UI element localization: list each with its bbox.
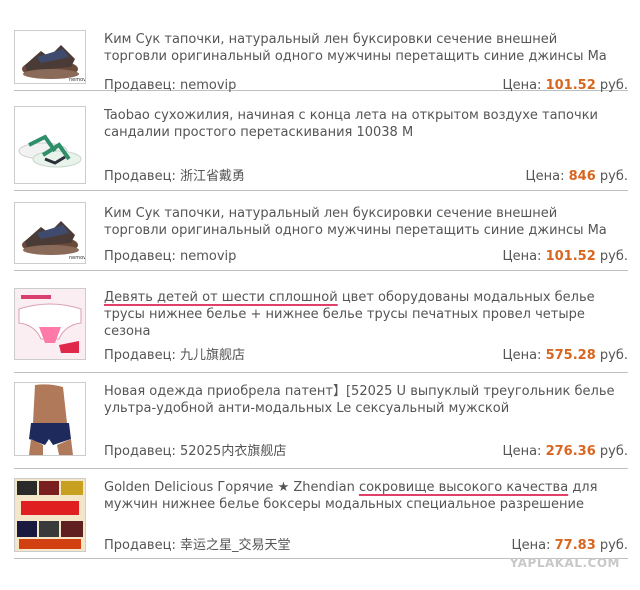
product-thumbnail[interactable] (14, 478, 86, 552)
price: Цена: 77.83 руб. (512, 537, 628, 554)
price-currency: руб. (599, 78, 628, 93)
price-amount: 846 (568, 169, 596, 184)
product-thumbnail[interactable]: nemovip (14, 30, 86, 84)
seller-name[interactable]: 浙江省戴勇 (180, 169, 245, 184)
seller-name[interactable]: nemovip (180, 249, 236, 264)
seller-info: Продавец: 52025内衣旗舰店 (104, 443, 286, 460)
price-amount: 77.83 (554, 538, 596, 553)
sandal-slipper-icon: nemovip (22, 221, 85, 261)
seller-info: Продавец: nemovip (104, 77, 236, 94)
product-thumbnail[interactable] (14, 382, 86, 456)
product-title[interactable]: Девять детей от шести сплошной цвет обор… (104, 289, 624, 340)
title-text-before: Golden Delicious Горячие ★ Zhendian (104, 480, 359, 495)
product-title[interactable]: Ким Сук тапочки, натуральный лен буксиро… (104, 205, 624, 239)
product-thumbnail[interactable] (14, 106, 86, 184)
price: Цена: 846 руб. (526, 168, 628, 185)
seller-label: Продавец: (104, 538, 176, 553)
title-highlighted-text: сокровище высокого качества (358, 480, 569, 495)
product-title[interactable]: Ким Сук тапочки, натуральный лен буксиро… (104, 31, 624, 65)
model-underwear-icon (15, 383, 85, 455)
seller-name[interactable]: nemovip (180, 78, 236, 93)
price-amount: 101.52 (545, 78, 596, 93)
title-highlighted-text: Девять детей от шести сплошной (104, 290, 338, 305)
price: Цена: 101.52 руб. (503, 248, 629, 265)
seller-name[interactable]: 幸运之星_交易天堂 (180, 538, 291, 553)
seller-info: Продавец: 浙江省戴勇 (104, 168, 245, 185)
price-label: Цена: (525, 169, 565, 184)
seller-label: Продавец: (104, 444, 176, 459)
price-label: Цена: (502, 444, 542, 459)
seller-label: Продавец: (104, 249, 176, 264)
seller-info: Продавец: nemovip (104, 248, 236, 265)
price-currency: руб. (599, 444, 628, 459)
price-currency: руб. (599, 348, 628, 363)
thumb-caption: nemovip (69, 77, 85, 83)
product-title[interactable]: Golden Delicious Горячие ★ Zhendian сокр… (104, 479, 624, 513)
seller-label: Продавец: (104, 348, 176, 363)
list-item[interactable]: nemovip Ким Сук тапочки, натуральный лен… (14, 202, 628, 271)
price-amount: 575.28 (545, 348, 596, 363)
thumb-caption: nemovip (69, 255, 85, 261)
list-item[interactable]: Taobao сухожилия, начиная с конца лета н… (14, 104, 628, 191)
seller-label: Продавец: (104, 78, 176, 93)
seller-info: Продавец: 幸运之星_交易天堂 (104, 537, 290, 554)
seller-name[interactable]: 52025内衣旗舰店 (180, 444, 286, 459)
price: Цена: 276.36 руб. (503, 443, 629, 460)
price-currency: руб. (599, 249, 628, 264)
price-label: Цена: (511, 538, 551, 553)
sandal-slipper-icon: nemovip (22, 45, 85, 83)
site-watermark: YAPLAKAL.COM (509, 556, 620, 570)
product-thumbnail[interactable] (14, 288, 86, 360)
list-item[interactable]: Новая одежда приобрела патент】[52025 U в… (14, 380, 628, 469)
price-amount: 101.52 (545, 249, 596, 264)
list-item[interactable]: nemovip Ким Сук тапочки, натуральный лен… (14, 28, 629, 94)
flip-flop-icon (18, 134, 82, 168)
price: Цена: 575.28 руб. (503, 347, 629, 364)
price-currency: руб. (599, 538, 628, 553)
seller-name[interactable]: 九儿旗舰店 (180, 348, 245, 363)
list-item[interactable]: Golden Delicious Горячие ★ Zhendian сокр… (14, 476, 628, 559)
briefs-icon (15, 289, 85, 359)
list-item[interactable]: Девять детей от шести сплошной цвет обор… (14, 286, 628, 373)
boxers-icon (15, 479, 85, 551)
price-label: Цена: (502, 348, 542, 363)
price-label: Цена: (502, 249, 542, 264)
price: Цена: 101.52 руб. (503, 77, 629, 94)
product-thumbnail[interactable]: nemovip (14, 202, 86, 264)
price-amount: 276.36 (545, 444, 596, 459)
price-currency: руб. (599, 169, 628, 184)
seller-label: Продавец: (104, 169, 176, 184)
product-title[interactable]: Новая одежда приобрела патент】[52025 U в… (104, 383, 624, 417)
price-label: Цена: (502, 78, 542, 93)
product-title[interactable]: Taobao сухожилия, начиная с конца лета н… (104, 107, 624, 141)
seller-info: Продавец: 九儿旗舰店 (104, 347, 245, 364)
